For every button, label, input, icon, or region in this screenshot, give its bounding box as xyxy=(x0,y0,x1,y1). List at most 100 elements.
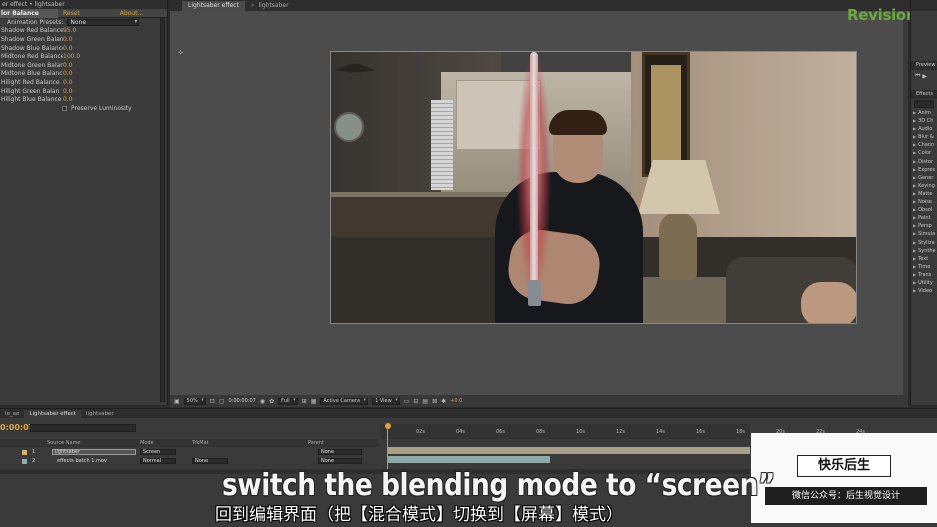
effects-category[interactable]: ▶ Utility xyxy=(911,279,937,287)
expand-triangle-icon[interactable]: ▶ xyxy=(913,256,916,261)
expand-triangle-icon[interactable]: ▶ xyxy=(913,142,916,147)
effects-category[interactable]: ▶ Persp xyxy=(911,222,937,230)
expand-triangle-icon[interactable]: ▶ xyxy=(913,231,916,236)
property-value[interactable]: 95.0 xyxy=(63,27,76,34)
effects-category[interactable]: ▶ Stylize xyxy=(911,239,937,247)
timeline-layer-row[interactable]: 2 effects batch 1.mov Normal None None xyxy=(0,457,378,465)
property-row[interactable]: Midtone Red Balance 100.0 xyxy=(0,52,167,61)
layer-duration-bar[interactable] xyxy=(388,456,550,463)
expand-triangle-icon[interactable]: ▶ xyxy=(913,280,916,285)
property-row[interactable]: Shadow Red Balance 95.0 xyxy=(0,27,167,36)
viewer-scrollbar[interactable] xyxy=(903,12,908,395)
layer-duration-bar[interactable] xyxy=(388,447,750,454)
about-link[interactable]: About... xyxy=(120,10,143,17)
safe-zones-icon[interactable]: ⊡ xyxy=(210,398,215,405)
resolution-select[interactable]: Full xyxy=(278,397,298,405)
source-name-header[interactable]: Source Name xyxy=(47,440,81,446)
tab-lightsaber-effect[interactable]: Lightsaber effect xyxy=(182,1,245,11)
tab-lightsaber-timeline[interactable]: lightsaber xyxy=(81,410,119,418)
property-value[interactable]: 0.0 xyxy=(63,45,73,52)
effects-category[interactable]: ▶ Expres xyxy=(911,166,937,174)
snapshot-icon[interactable]: ◉ xyxy=(260,398,265,405)
layer-name[interactable]: lightsaber xyxy=(52,449,136,455)
expand-triangle-icon[interactable]: ▶ xyxy=(913,167,916,172)
effects-search-input[interactable] xyxy=(914,100,934,108)
property-row[interactable]: Hilight Red Balance 0.0 xyxy=(0,78,167,87)
effects-category[interactable]: ▶ Matte xyxy=(911,190,937,198)
effects-category[interactable]: ▶ Text xyxy=(911,255,937,263)
property-row[interactable]: Shadow Blue Balance 0.0 xyxy=(0,44,167,53)
property-value[interactable]: 0.0 xyxy=(63,36,73,43)
pixel-aspect-icon[interactable]: ▭ xyxy=(404,398,410,405)
mode-header[interactable]: Mode xyxy=(140,440,154,446)
property-value[interactable]: 0.0 xyxy=(63,96,73,103)
expand-triangle-icon[interactable]: ▶ xyxy=(913,175,916,180)
timeline-layer-row[interactable]: 1 lightsaber Screen None xyxy=(0,448,378,456)
tab-le-ae[interactable]: le_ae xyxy=(0,410,24,418)
effects-category[interactable]: ▶ Color xyxy=(911,149,937,157)
property-row[interactable]: Shadow Green Balan 0.0 xyxy=(0,35,167,44)
property-row[interactable]: Midtone Blue Balanc 0.0 xyxy=(0,70,167,79)
property-value[interactable]: 0.0 xyxy=(63,70,73,77)
effects-category[interactable]: ▶ Paint xyxy=(911,214,937,222)
effects-category[interactable]: ▶ Simula xyxy=(911,230,937,238)
animation-presets-select[interactable]: None xyxy=(67,18,140,26)
effects-category[interactable]: ▶ Distor xyxy=(911,158,937,166)
property-row[interactable]: Hilight Green Balan 0.0 xyxy=(0,87,167,96)
property-value[interactable]: 0.0 xyxy=(63,79,73,86)
expand-triangle-icon[interactable]: ▶ xyxy=(913,288,916,293)
expand-triangle-icon[interactable]: ▶ xyxy=(913,191,916,196)
expand-triangle-icon[interactable]: ▶ xyxy=(913,240,916,245)
playhead-icon[interactable] xyxy=(385,423,391,429)
tab-lightsaber-effect-timeline[interactable]: Lightsaber effect xyxy=(24,410,82,418)
trkmat-header[interactable]: TrkMat xyxy=(192,440,209,446)
expand-triangle-icon[interactable]: ▶ xyxy=(913,150,916,155)
preview-panel-title[interactable]: Preview xyxy=(911,61,937,70)
expand-triangle-icon[interactable]: ▶ xyxy=(913,199,916,204)
show-channel-icon[interactable]: ✿ xyxy=(269,398,274,405)
property-value[interactable]: 0.0 xyxy=(63,88,73,95)
effects-category[interactable]: ▶ Gener xyxy=(911,174,937,182)
effects-category[interactable]: ▶ Chann xyxy=(911,141,937,149)
expand-triangle-icon[interactable]: ▶ xyxy=(913,110,916,115)
view-layout-select[interactable]: 1 View xyxy=(372,397,400,405)
effects-category[interactable]: ▶ Blur & xyxy=(911,133,937,141)
timeline-search-input[interactable] xyxy=(30,424,136,432)
layer-parent-select[interactable]: None xyxy=(318,458,362,464)
transparency-grid-icon[interactable]: ▦ xyxy=(311,398,317,405)
effects-category[interactable]: ▶ Audio xyxy=(911,125,937,133)
expand-triangle-icon[interactable]: ▶ xyxy=(913,126,916,131)
property-row[interactable]: Midtone Green Balan 0.0 xyxy=(0,61,167,70)
effects-category[interactable]: ▶ Time xyxy=(911,263,937,271)
tab-lightsaber[interactable]: lightsaber xyxy=(245,1,295,11)
expand-triangle-icon[interactable]: ▶ xyxy=(913,264,916,269)
effect-header[interactable]: lor Balance Reset About... xyxy=(0,8,167,18)
effects-panel-title[interactable]: Effects xyxy=(911,90,937,99)
layer-parent-select[interactable]: None xyxy=(318,449,362,455)
layer-name[interactable]: effects batch 1.mov xyxy=(57,458,107,464)
fast-previews-icon[interactable]: ⊟ xyxy=(413,398,418,405)
layer-mode-select[interactable]: Screen xyxy=(140,449,176,455)
effects-category[interactable]: ▶ Trans xyxy=(911,271,937,279)
camera-select[interactable]: Active Camera xyxy=(320,397,369,405)
effect-name[interactable]: lor Balance xyxy=(0,8,58,18)
magnification-select[interactable]: 50% xyxy=(183,397,206,405)
reset-link[interactable]: Reset xyxy=(63,10,80,17)
expand-triangle-icon[interactable]: ▶ xyxy=(913,207,916,212)
always-preview-icon[interactable]: ▣ xyxy=(174,398,180,405)
property-row[interactable]: Hilight Blue Balance 0.0 xyxy=(0,95,167,104)
play-icon[interactable]: ▶ xyxy=(922,73,927,80)
timeline-icon[interactable]: ▤ xyxy=(422,398,428,405)
expand-triangle-icon[interactable]: ▶ xyxy=(913,215,916,220)
footage-frame[interactable] xyxy=(330,51,857,324)
expand-triangle-icon[interactable]: ▶ xyxy=(913,118,916,123)
expand-triangle-icon[interactable]: ▶ xyxy=(913,134,916,139)
expand-triangle-icon[interactable]: ▶ xyxy=(913,223,916,228)
parent-header[interactable]: Parent xyxy=(308,440,324,446)
effects-category[interactable]: ▶ Noise xyxy=(911,198,937,206)
expand-triangle-icon[interactable]: ▶ xyxy=(913,272,916,277)
effects-category[interactable]: ▶ Keying xyxy=(911,182,937,190)
property-value[interactable]: 100.0 xyxy=(63,53,80,60)
effects-category[interactable]: ▶ Video xyxy=(911,287,937,295)
preserve-luminosity-row[interactable]: Preserve Luminosity xyxy=(0,104,167,113)
